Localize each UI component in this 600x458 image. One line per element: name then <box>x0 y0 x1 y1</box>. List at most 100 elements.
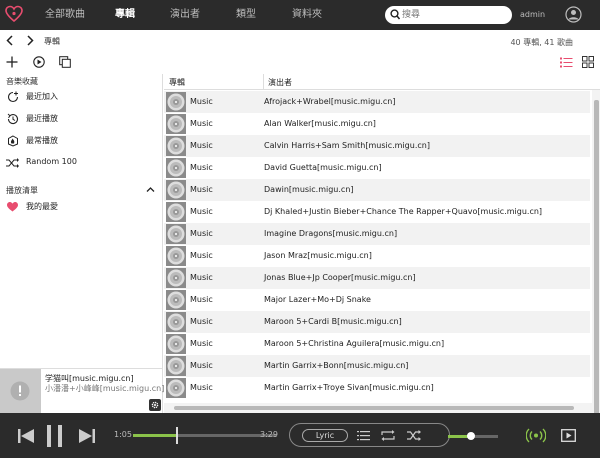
broadcast-icon[interactable] <box>526 428 546 443</box>
nav-albums[interactable]: 專輯 <box>115 0 135 30</box>
settings-button[interactable] <box>149 399 161 411</box>
disc-icon <box>167 313 185 331</box>
disc-icon <box>167 269 185 287</box>
disc-icon <box>167 357 185 375</box>
nav-all-songs[interactable]: 全部歌曲 <box>45 0 85 30</box>
sidebar-item-label: 最近播放 <box>26 114 58 123</box>
queue-icon[interactable] <box>357 430 370 441</box>
volume-handle[interactable] <box>466 432 475 440</box>
sidebar-item-recently-added[interactable]: 最近加入 <box>6 89 156 105</box>
vertical-scrollbar[interactable] <box>592 90 600 413</box>
nav-artists[interactable]: 演出者 <box>170 0 200 30</box>
table-row[interactable]: Music Alan Walker[music.migu.cn] <box>164 113 590 135</box>
back-arrow-icon[interactable] <box>5 35 15 46</box>
table-row[interactable]: Music Dawin[music.migu.cn] <box>164 179 590 201</box>
user-avatar-icon[interactable] <box>565 6 582 23</box>
album-cell: Music <box>190 317 213 326</box>
repeat-icon[interactable] <box>381 430 395 441</box>
table-row[interactable]: Music Calvin Harris+Sam Smith[music.migu.… <box>164 135 590 157</box>
album-cell: Music <box>190 383 213 392</box>
sidebar-item-label: 最常播放 <box>26 136 58 145</box>
album-cell: Music <box>190 251 213 260</box>
table-row[interactable]: Music Maroon 5+Cardi B[music.migu.cn] <box>164 311 590 333</box>
artist-cell: Martin Garrix+Troye Sivan[music.migu.cn] <box>264 383 434 392</box>
table-row[interactable]: Music Martin Garrix+Troye Sivan[music.mig… <box>164 377 590 399</box>
duration-time: 3:29 <box>260 430 278 439</box>
search-input[interactable] <box>402 8 502 22</box>
list-view-icon[interactable] <box>560 57 573 68</box>
table-row[interactable]: Music Jonas Blue+Jp Cooper[music.migu.cn] <box>164 267 590 289</box>
grid-view-icon[interactable] <box>582 56 594 68</box>
album-thumbnail <box>166 92 186 112</box>
sidebar-item-random-100[interactable]: Random 100 <box>6 155 156 171</box>
table-row[interactable]: Music Imagine Dragons[music.migu.cn] <box>164 223 590 245</box>
disc-icon <box>167 379 185 397</box>
artist-cell: Jonas Blue+Jp Cooper[music.migu.cn] <box>264 273 416 282</box>
disc-icon <box>167 181 185 199</box>
previous-track-icon[interactable] <box>18 429 34 443</box>
album-cell: Music <box>190 361 213 370</box>
sidebar-item-most-played[interactable]: 最常播放 <box>6 133 156 149</box>
player-bar: 1:05 3:29 Lyric <box>0 413 600 458</box>
collapse-chevron-icon[interactable] <box>146 186 155 193</box>
progress-bar[interactable] <box>133 427 276 444</box>
album-cell: Music <box>190 141 213 150</box>
toolbar: 專輯 40 專輯, 41 歌曲 <box>0 30 600 74</box>
sidebar-item-favorites[interactable]: 我的最愛 <box>6 199 156 215</box>
video-output-icon[interactable] <box>561 429 576 442</box>
album-cell: Music <box>190 97 213 106</box>
column-divider[interactable] <box>263 74 264 90</box>
table-row[interactable]: Music Martin Garrix+Bonn[music.migu.cn] <box>164 355 590 377</box>
list-header: 專輯 演出者 <box>164 74 600 90</box>
gear-icon <box>151 401 159 409</box>
album-thumbnail <box>166 136 186 156</box>
top-bar: 全部歌曲 專輯 演出者 類型 資料夾 admin <box>0 0 600 30</box>
app-logo-icon <box>5 5 23 23</box>
artist-cell: David Guetta[music.migu.cn] <box>264 163 382 172</box>
disc-icon <box>167 115 185 133</box>
search-box[interactable] <box>385 6 512 24</box>
album-thumbnail <box>166 180 186 200</box>
album-thumbnail <box>166 356 186 376</box>
artist-cell: Afrojack+Wrabel[music.migu.cn] <box>264 97 396 106</box>
artist-cell: Maroon 5+Christina Aguilera[music.migu.c… <box>264 339 445 348</box>
disc-icon <box>167 203 185 221</box>
disc-icon <box>167 137 185 155</box>
now-playing-panel[interactable]: 学猫叫[music.migu.cn] 小潘潘+小峰峰[music.migu.cn… <box>0 368 165 414</box>
table-row[interactable]: Music Dj Khaled+Justin Bieber+Chance The … <box>164 201 590 223</box>
nav-genres[interactable]: 類型 <box>236 0 256 30</box>
table-row[interactable]: Music Maroon 5+Christina Aguilera[music.m… <box>164 333 590 355</box>
forward-arrow-icon[interactable] <box>25 35 35 46</box>
volume-slider[interactable] <box>448 432 498 440</box>
shuffle-icon[interactable] <box>407 430 421 441</box>
album-thumbnail <box>166 224 186 244</box>
pause-icon[interactable] <box>47 425 63 447</box>
add-icon[interactable] <box>6 56 18 68</box>
artist-cell: Alan Walker[music.migu.cn] <box>264 119 376 128</box>
album-thumbnail <box>166 114 186 134</box>
column-header-artist[interactable]: 演出者 <box>268 77 292 88</box>
disc-icon <box>167 93 185 111</box>
album-cell: Music <box>190 229 213 238</box>
progress-handle[interactable] <box>176 427 179 444</box>
album-cell: Music <box>190 185 213 194</box>
disc-icon <box>167 335 185 353</box>
lyric-button[interactable]: Lyric <box>302 429 348 442</box>
sidebar-item-recently-played[interactable]: 最近播放 <box>6 111 156 127</box>
table-row[interactable]: Music David Guetta[music.migu.cn] <box>164 157 590 179</box>
table-row[interactable]: Music Jason Mraz[music.migu.cn] <box>164 245 590 267</box>
nav-folders[interactable]: 資料夾 <box>292 0 322 30</box>
horizontal-scrollbar[interactable] <box>164 403 592 413</box>
table-row[interactable]: Music Major Lazer+Mo+Dj Snake <box>164 289 590 311</box>
now-playing-artist: 小潘潘+小峰峰[music.migu.cn] <box>45 384 165 393</box>
next-track-icon[interactable] <box>79 429 95 443</box>
vertical-scroll-thumb[interactable] <box>594 100 599 413</box>
horizontal-scroll-thumb[interactable] <box>174 406 574 410</box>
artist-cell: Major Lazer+Mo+Dj Snake <box>264 295 371 304</box>
column-header-album[interactable]: 專輯 <box>169 77 185 88</box>
table-row[interactable]: Music Afrojack+Wrabel[music.migu.cn] <box>164 91 590 113</box>
alert-icon <box>10 381 30 401</box>
play-circle-icon[interactable] <box>33 56 45 68</box>
playlist-section-title: 播放清單 <box>6 186 38 195</box>
add-to-playlist-icon[interactable] <box>59 56 71 68</box>
